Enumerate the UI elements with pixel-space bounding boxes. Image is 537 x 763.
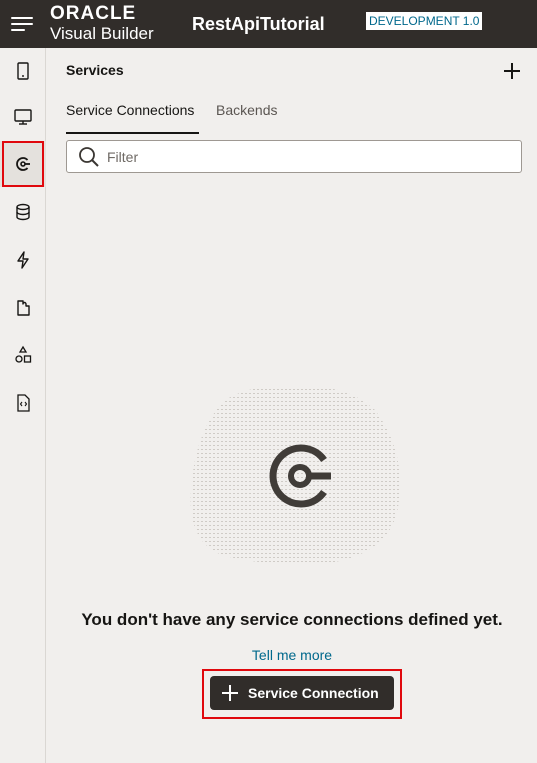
database-icon	[16, 203, 30, 221]
app-header: ORACLE Visual Builder RestApiTutorial DE…	[0, 0, 537, 48]
brand-product-text: Visual Builder	[50, 24, 154, 43]
lightning-icon	[17, 251, 29, 269]
tab-service-connections[interactable]: Service Connections	[66, 100, 199, 134]
brand-oracle-text: ORACLE	[50, 3, 137, 24]
rail-item-business-objects[interactable]	[0, 189, 46, 235]
add-service-connection-label: Service Connection	[248, 685, 379, 701]
tell-me-more-link[interactable]: Tell me more	[47, 646, 537, 664]
empty-state-illustration	[190, 386, 400, 564]
rail-item-services[interactable]	[0, 141, 46, 187]
shapes-icon	[15, 345, 32, 363]
rail-item-web[interactable]	[0, 94, 46, 140]
rail-item-source[interactable]	[0, 380, 46, 426]
plus-icon	[220, 683, 240, 703]
tab-backends[interactable]: Backends	[216, 100, 277, 134]
filter-field[interactable]	[66, 140, 522, 173]
mobile-icon	[17, 62, 29, 80]
filter-input[interactable]	[107, 145, 507, 169]
component-icon	[17, 300, 30, 316]
source-file-icon	[17, 394, 30, 412]
services-panel: Services Service Connections Backends Yo…	[47, 48, 537, 763]
service-connection-icon	[16, 157, 30, 171]
navigator-rail	[0, 48, 46, 763]
app-title[interactable]: RestApiTutorial	[192, 13, 325, 35]
panel-title: Services	[66, 62, 124, 78]
empty-state-message: You don't have any service connections d…	[81, 610, 503, 629]
oracle-visual-builder-logo: ORACLE Visual Builder	[48, 2, 168, 46]
desktop-icon	[14, 109, 32, 125]
rail-item-components[interactable]	[0, 285, 46, 331]
environment-badge: DEVELOPMENT 1.0	[366, 12, 483, 30]
search-icon	[79, 147, 99, 167]
rail-item-mobile[interactable]	[0, 48, 46, 94]
add-service-connection-button[interactable]: Service Connection	[210, 676, 394, 710]
add-service-plus-icon[interactable]	[500, 59, 524, 83]
hamburger-menu-icon[interactable]	[11, 15, 33, 33]
rail-item-processes[interactable]	[0, 237, 46, 283]
rail-item-layouts[interactable]	[0, 332, 46, 378]
